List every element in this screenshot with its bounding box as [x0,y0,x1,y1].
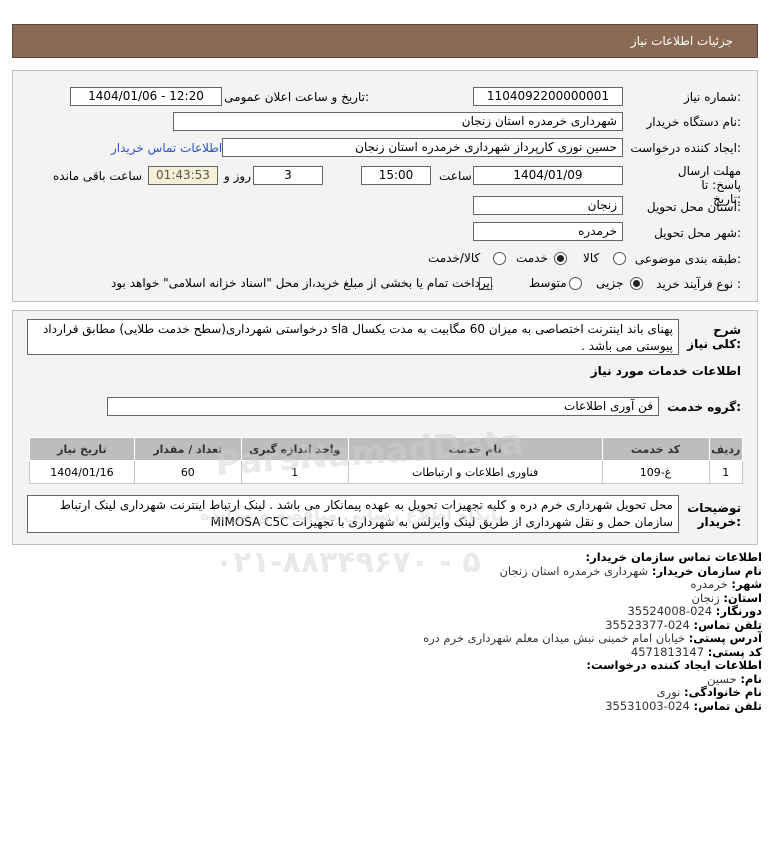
deadline-time-label: ساعت [439,169,472,183]
province-label: استان محل تحویل: [646,200,741,214]
category-label: طبقه بندی موضوعی: [634,252,741,266]
creator-label: ایجاد کننده درخواست: [630,141,741,155]
deadline-time-field: 15:00 [361,166,431,185]
cell-name: فناوری اطلاعات و ارتباطات [347,460,603,484]
col-row-header: ردیف [708,437,744,461]
contact-fax-row: دورنگار: 024-35524008 [627,604,762,618]
creator-phone-row: تلفن تماس: 024-35531003 [605,698,762,713]
need-number-label: شماره نیاز: [683,90,741,104]
table-row: 1 غ-109 فناوری اطلاعات و ارتباطات 1 60 1… [29,460,744,484]
need-number-field: 1104092200000001 [473,87,623,106]
creator-name-row: نام: حسین [707,671,762,686]
contact-org-row: نام سازمان خریدار: شهرداری خرمدره استان … [499,563,762,578]
category-goods-radio[interactable] [613,252,626,265]
contact-phone-row: تلفن تماس: 024-35523377 [605,617,762,632]
days-label: روز و [224,169,251,183]
need-description-panel: شرح کلی نیاز: پهنای باند اینترنت اختصاصی… [12,310,758,545]
cell-date: 1404/01/16 [29,460,135,484]
col-qty-header: تعداد / مقدار [133,437,242,461]
category-goods-service-radio[interactable] [493,252,506,265]
category-service-radio[interactable] [554,252,567,265]
service-group-field: فن آوری اطلاعات [107,397,659,416]
page-title: جزئیات اطلاعات نیاز [630,34,733,48]
purchase-medium-label: متوسط [529,276,567,290]
contact-city-row: شهر: خرمدره [690,577,762,591]
page-header: جزئیات اطلاعات نیاز [12,24,758,58]
buyer-contact-link[interactable]: اطلاعات تماس خریدار [111,141,222,155]
summary-label: شرح کلی نیاز: [687,323,741,351]
buyer-notes-text: محل تحویل شهرداری خرم دره و کلیه تجهیزات… [27,495,679,533]
deadline-date-field: 1404/01/09 [473,166,623,185]
category-goods-service-label: کالا/خدمت [428,251,481,265]
days-remaining-field: 3 [253,166,323,185]
city-label: شهر محل تحویل: [654,226,741,240]
purchase-minor-radio[interactable] [630,277,643,290]
remaining-time-field: 01:43:53 [148,166,218,185]
creator-info-title: اطلاعات ایجاد کننده درخواست: [586,658,762,672]
category-goods-label: کالا [583,251,600,265]
announce-label: تاریخ و ساعت اعلان عمومی: [224,90,369,104]
table-header-row: ردیف کد خدمت نام خدمت واحد اندازه گیری ت… [29,437,744,461]
service-group-label: گروه خدمت: [667,400,741,414]
treasury-note: پرداخت تمام یا بخشی از مبلغ خرید،از محل … [111,276,494,290]
purchase-minor-label: جزیی [596,276,624,290]
summary-text: پهنای باند اینترنت اختصاصی به میزان 60 م… [27,319,679,355]
city-field: خرمدره [473,222,623,241]
cell-code: غ-109 [601,460,710,484]
province-field: زنجان [473,196,623,215]
services-section-title: اطلاعات خدمات مورد نیاز [590,364,741,378]
col-unit-header: واحد اندازه گیری [240,437,349,461]
col-name-header: نام خدمت [347,437,603,461]
buyer-field: شهرداری خرمدره استان زنجان [173,112,623,131]
services-table: ردیف کد خدمت نام خدمت واحد اندازه گیری ت… [29,437,744,484]
contact-address-row: آدرس پستی: خیابان امام خمینی نبش میدان م… [423,631,762,645]
col-date-header: تاریخ نیاز [29,437,135,461]
creator-family-row: نام خانوادگی: نوری [656,685,762,699]
contact-title: اطلاعات تماس سازمان خریدار: [585,550,762,564]
cell-qty: 60 [133,460,242,484]
buyer-contact-info: اطلاعات تماس سازمان خریدار: نام سازمان خ… [22,550,762,713]
creator-field: حسین نوری کارپرداز شهرداری خرمدره استان … [222,138,623,157]
announce-date-field: 1404/01/06 - 12:20 [70,87,222,106]
col-code-header: کد خدمت [601,437,710,461]
contact-province-row: استان: زنجان [691,590,762,605]
contact-postal-row: کد پستی: 4571813147 [630,644,762,659]
remaining-time-label: ساعت باقی مانده [53,169,143,183]
buyer-notes-label: توضیحات خریدار: [687,501,741,529]
cell-unit: 1 [240,460,349,484]
purchase-medium-radio[interactable] [569,277,582,290]
purchase-type-label: نوع فرآیند خرید : [656,277,741,291]
cell-row: 1 [708,460,744,484]
need-details-panel: شماره نیاز: 1104092200000001 تاریخ و ساع… [12,70,758,302]
buyer-label: نام دستگاه خریدار: [646,115,742,129]
category-service-label: خدمت [516,251,548,265]
